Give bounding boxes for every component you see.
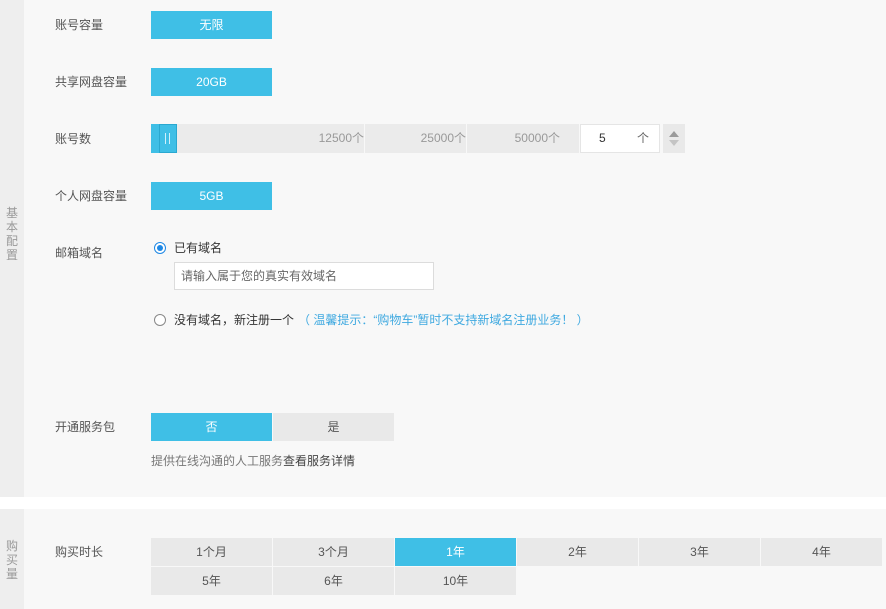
service-pack-option-no[interactable]: 否: [151, 413, 272, 441]
shared-disk-label: 共享网盘容量: [55, 75, 128, 89]
duration-option-3-years[interactable]: 3年: [639, 538, 760, 566]
service-pack-desc: 提供在线沟通的人工服务查看服务详情: [151, 454, 355, 468]
account-count-input[interactable]: 5 个: [580, 124, 660, 153]
personal-disk-label: 个人网盘容量: [55, 189, 128, 203]
section-label-purchase: 购 买 量: [5, 539, 18, 581]
caret-down-icon[interactable]: [669, 140, 679, 146]
duration-option-1-year[interactable]: 1年: [395, 538, 516, 566]
new-domain-label: 没有域名，新注册一个: [174, 313, 295, 327]
duration-option-3-months[interactable]: 3个月: [273, 538, 394, 566]
slider-fill: [151, 124, 159, 153]
duration-option-6-years[interactable]: 6年: [273, 567, 394, 595]
slider-handle[interactable]: [159, 124, 177, 153]
account-capacity-label: 账号容量: [55, 18, 104, 32]
account-count-stepper[interactable]: [663, 124, 685, 153]
duration-option-2-years[interactable]: 2年: [517, 538, 638, 566]
shared-disk-value: 20GB: [151, 68, 272, 96]
mail-domain-label: 邮箱域名: [55, 246, 104, 260]
duration-label: 购买时长: [55, 545, 104, 559]
service-pack-option-yes[interactable]: 是: [273, 413, 394, 441]
service-pack-desc-text: 提供在线沟通的人工服务: [151, 454, 284, 468]
duration-option-5-years[interactable]: 5年: [151, 567, 272, 595]
duration-option-10-years[interactable]: 10年: [395, 567, 516, 595]
slider-tick-25000: 25000个: [420, 131, 466, 145]
section-label-basic: 基 本 配 置: [5, 206, 18, 262]
new-domain-tip: （ 温馨提示：“购物车”暂时不支持新域名注册业务！ ）: [298, 313, 589, 327]
duration-option-4-years[interactable]: 4年: [761, 538, 882, 566]
account-count-unit: 个: [636, 131, 649, 145]
service-detail-link[interactable]: 查看服务详情: [283, 454, 355, 468]
existing-domain-label: 已有域名: [174, 241, 223, 255]
domain-input[interactable]: [174, 262, 434, 290]
account-count-slider[interactable]: 12500个 25000个 50000个: [151, 124, 579, 153]
account-count-value: 5: [599, 131, 606, 145]
account-count-label: 账号数: [55, 132, 92, 146]
duration-option-1-month[interactable]: 1个月: [151, 538, 272, 566]
caret-up-icon[interactable]: [669, 131, 679, 137]
account-capacity-value: 无限: [151, 11, 272, 39]
personal-disk-value: 5GB: [151, 182, 272, 210]
slider-tick-12500: 12500个: [318, 131, 364, 145]
radio-new-domain[interactable]: [154, 314, 166, 326]
service-pack-label: 开通服务包: [55, 420, 116, 434]
slider-tick-50000: 50000个: [514, 131, 560, 145]
radio-existing-domain[interactable]: [154, 242, 166, 254]
